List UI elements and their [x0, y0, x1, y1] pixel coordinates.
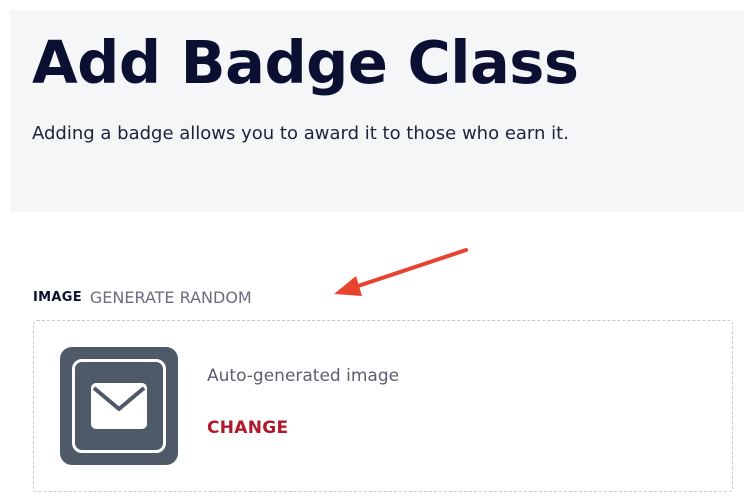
change-image-link[interactable]: CHANGE [207, 418, 288, 438]
arrow-icon [334, 248, 468, 296]
generate-random-link[interactable]: GENERATE RANDOM [90, 288, 252, 307]
image-upload-panel[interactable]: Auto-generated image CHANGE [33, 320, 733, 492]
envelope-icon [91, 383, 147, 429]
page-subtitle: Adding a badge allows you to award it to… [32, 123, 569, 144]
image-field-label: IMAGE [33, 289, 82, 305]
image-field-label-row: IMAGE GENERATE RANDOM [33, 287, 252, 307]
page-title: Add Badge Class [32, 28, 579, 97]
page: Add Badge Class Adding a badge allows yo… [0, 0, 744, 503]
image-caption: Auto-generated image [207, 366, 400, 386]
badge-image-preview [60, 347, 178, 465]
page-header: Add Badge Class Adding a badge allows yo… [10, 10, 744, 212]
